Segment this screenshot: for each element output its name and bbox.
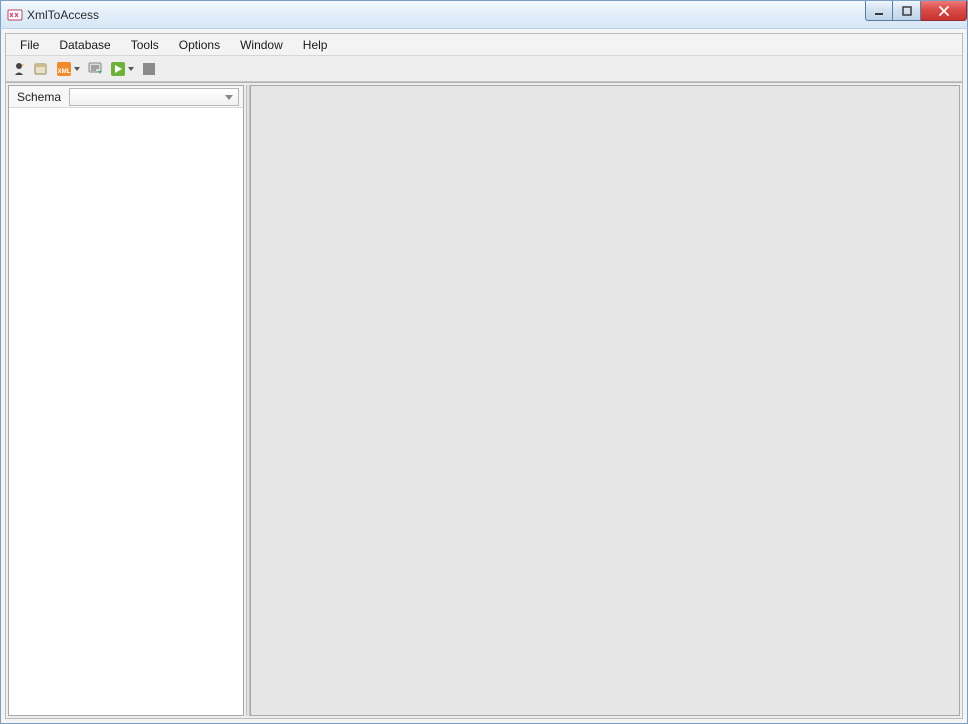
schema-combobox[interactable] xyxy=(69,88,239,106)
window-title: XmlToAccess xyxy=(27,8,99,22)
window-controls xyxy=(865,1,967,21)
toolbar-open-session-button[interactable] xyxy=(32,59,50,79)
wizard-icon xyxy=(11,61,27,77)
maximize-icon xyxy=(902,6,912,16)
schema-label: Schema xyxy=(13,90,65,104)
toolbar-stop-button[interactable] xyxy=(140,59,158,79)
open-session-icon xyxy=(33,61,49,77)
main-document-area xyxy=(250,85,960,716)
menu-help[interactable]: Help xyxy=(293,36,338,54)
maximize-button[interactable] xyxy=(893,1,921,21)
schema-row: Schema xyxy=(9,86,243,108)
client-area: File Database Tools Options Window Help xyxy=(5,33,963,719)
toolbar-run-job-button[interactable] xyxy=(108,59,136,79)
titlebar: XmlToAccess xyxy=(0,0,968,28)
run-job-icon xyxy=(110,61,126,77)
toolbar-xml-import-button[interactable]: XML xyxy=(54,59,82,79)
toolbar-wizard-button[interactable] xyxy=(10,59,28,79)
menu-tools[interactable]: Tools xyxy=(121,36,169,54)
close-icon xyxy=(938,6,950,16)
menu-file[interactable]: File xyxy=(10,36,49,54)
menu-options[interactable]: Options xyxy=(169,36,230,54)
app-icon xyxy=(7,7,23,23)
close-button[interactable] xyxy=(921,1,967,21)
stop-icon xyxy=(141,61,157,77)
workarea: Schema xyxy=(6,82,962,718)
minimize-icon xyxy=(874,6,884,16)
xml-import-icon: XML xyxy=(56,61,72,77)
menu-window[interactable]: Window xyxy=(230,36,293,54)
schema-tree[interactable] xyxy=(9,108,243,715)
menubar: File Database Tools Options Window Help xyxy=(6,34,962,56)
window-frame: File Database Tools Options Window Help xyxy=(0,28,968,724)
toolbar: XML xyxy=(6,56,962,82)
export-query-icon xyxy=(87,61,103,77)
minimize-button[interactable] xyxy=(865,1,893,21)
svg-text:XML: XML xyxy=(57,68,70,75)
menu-database[interactable]: Database xyxy=(49,36,120,54)
toolbar-export-query-button[interactable] xyxy=(86,59,104,79)
schema-sidebar: Schema xyxy=(8,85,244,716)
